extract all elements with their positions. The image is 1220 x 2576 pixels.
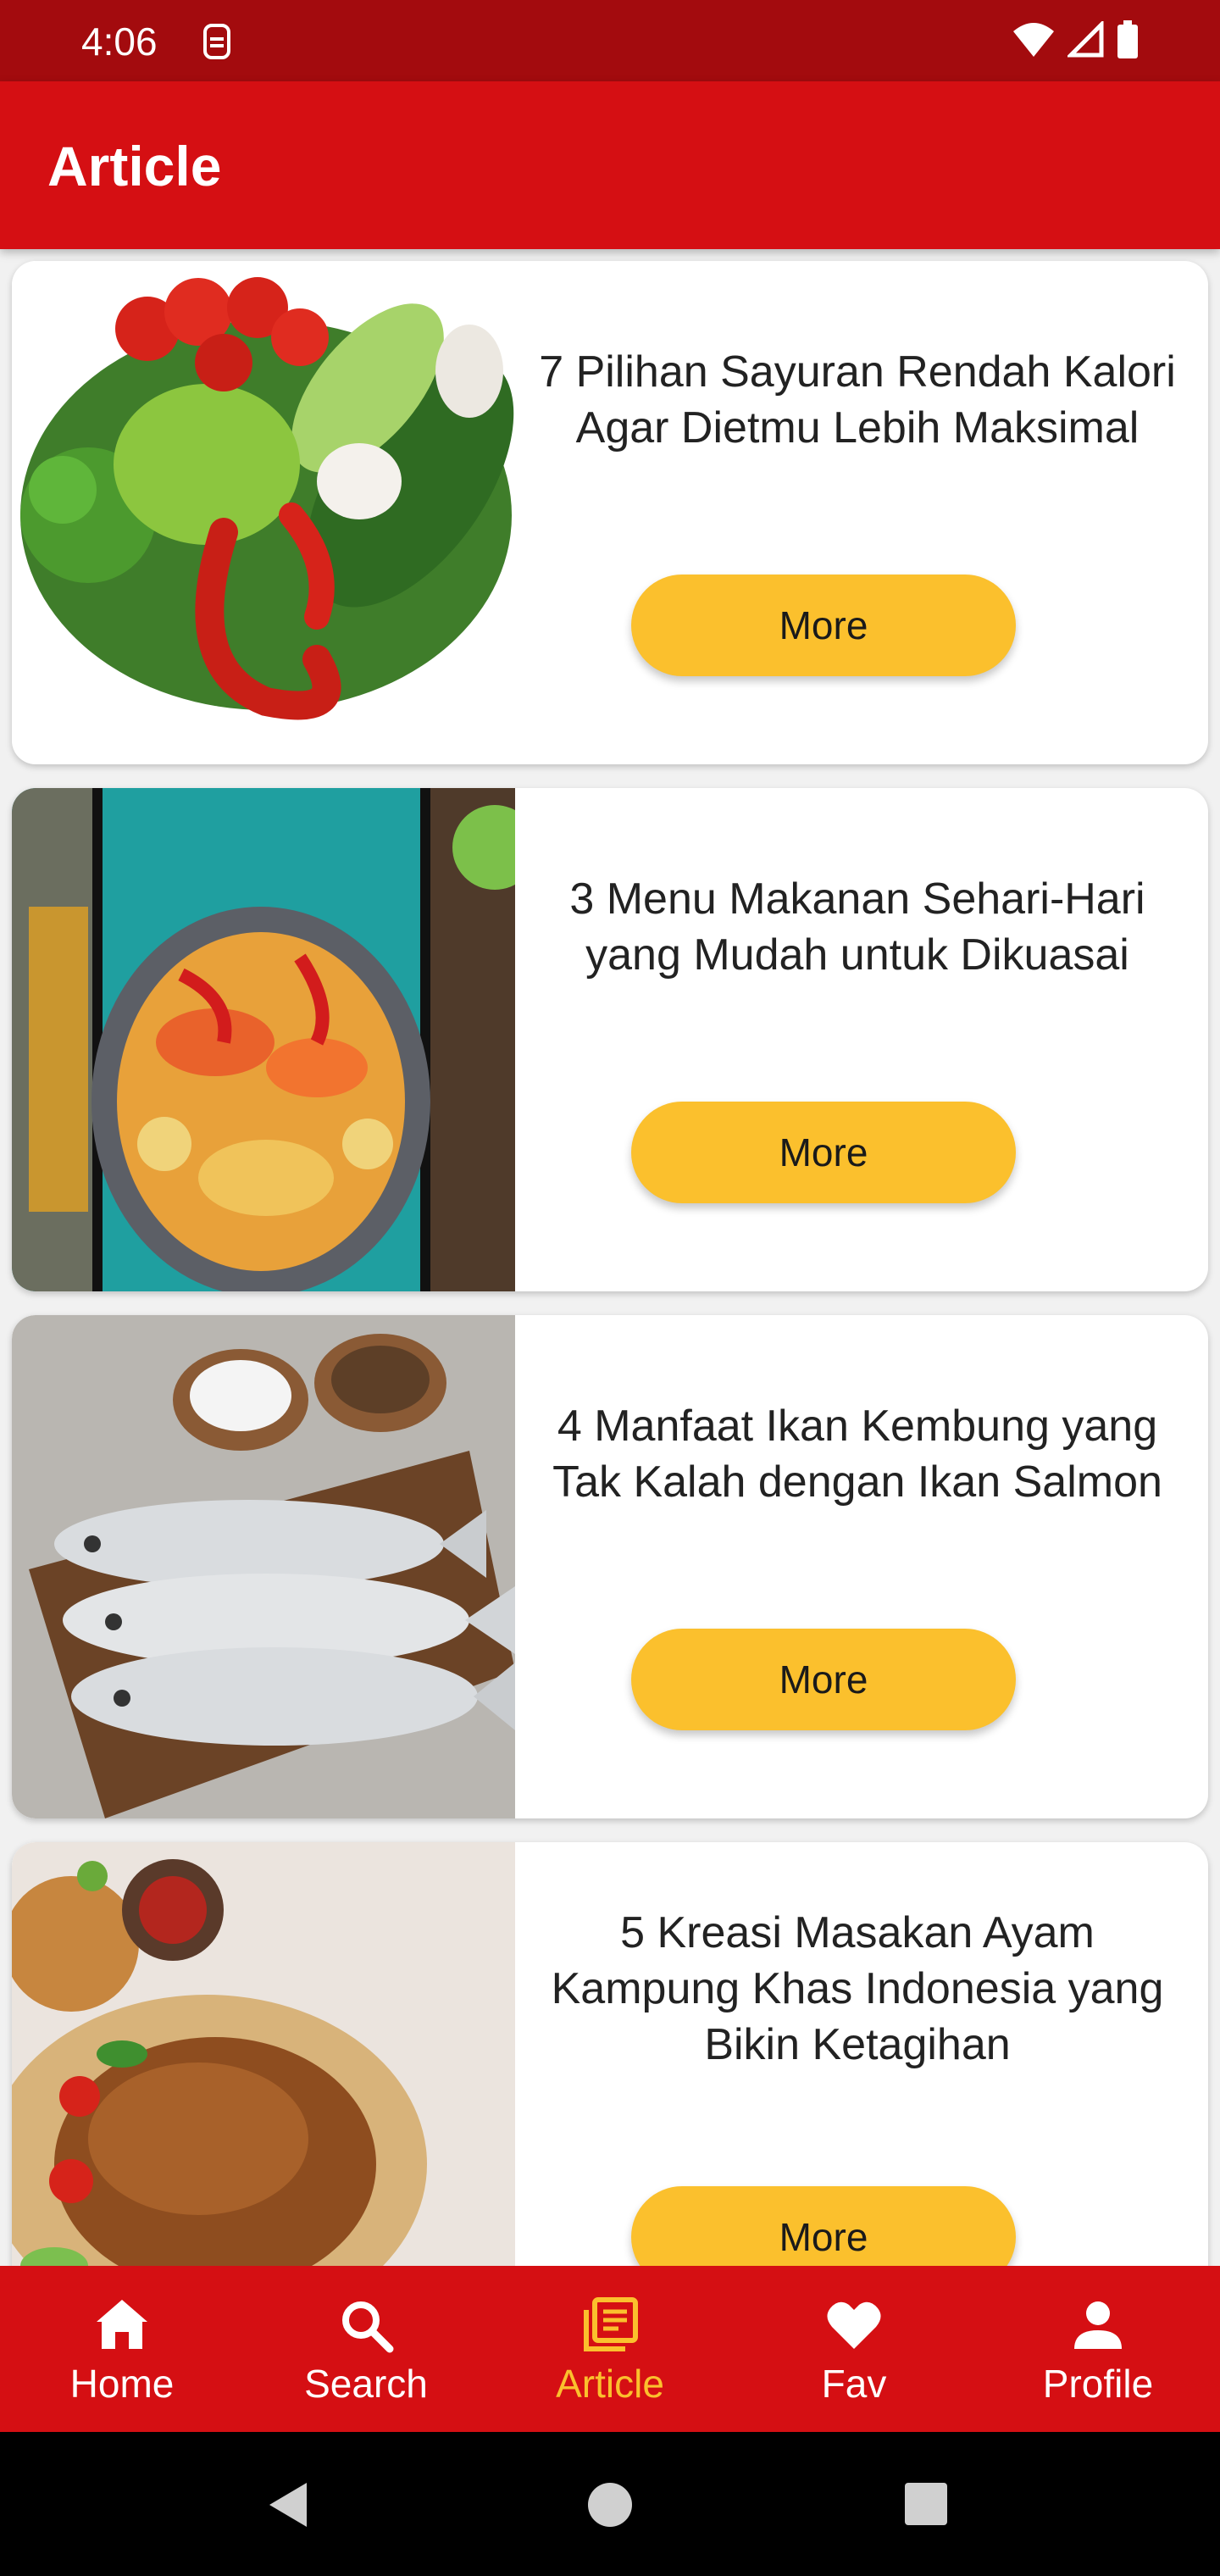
article-title: 3 Menu Makanan Sehari-Hari yang Mudah un… <box>569 874 1145 980</box>
sim-card-icon <box>203 24 230 59</box>
nav-item-home[interactable]: Home <box>0 2266 244 2432</box>
search-icon <box>342 2301 394 2353</box>
article-title: 7 Pilihan Sayuran Rendah Kalori Agar Die… <box>539 347 1176 452</box>
page-title: Article <box>47 135 222 197</box>
heart-icon <box>827 2301 881 2349</box>
mackerel-fish-image <box>12 1315 515 1818</box>
fried-chicken-image <box>12 1842 515 2266</box>
recents-icon[interactable] <box>903 2481 949 2527</box>
nav-label: Home <box>69 2362 175 2406</box>
more-button[interactable]: More <box>631 1629 1016 1730</box>
nav-item-profile[interactable]: Profile <box>976 2266 1220 2432</box>
nav-item-fav[interactable]: Fav <box>732 2266 976 2432</box>
nav-item-search[interactable]: Search <box>244 2266 488 2432</box>
wifi-icon <box>1013 23 1054 57</box>
app-bar: Article <box>0 81 1220 249</box>
nav-label: Search <box>304 2362 428 2406</box>
battery-icon <box>1117 20 1138 58</box>
nav-label: Article <box>556 2362 664 2406</box>
nav-item-article[interactable]: Article <box>488 2266 732 2432</box>
system-navigation-bar <box>0 2432 1220 2576</box>
article-card[interactable]: 3 Menu Makanan Sehari-Hari yang Mudah un… <box>12 788 1208 1291</box>
nav-label: Profile <box>1042 2362 1154 2406</box>
home-circle-icon[interactable] <box>586 2481 634 2529</box>
stir-fry-image <box>12 788 515 1291</box>
person-icon <box>1074 2301 1122 2349</box>
bottom-navigation: Home Search Article Fav Profile <box>0 2266 1220 2432</box>
home-icon <box>97 2300 147 2349</box>
cell-signal-icon <box>1068 21 1104 58</box>
article-card[interactable]: 7 Pilihan Sayuran Rendah Kalori Agar Die… <box>12 261 1208 764</box>
more-button[interactable]: More <box>631 2186 1016 2266</box>
status-bar: 4:06 <box>0 0 1220 81</box>
more-button[interactable]: More <box>631 575 1016 676</box>
article-card[interactable]: 5 Kreasi Masakan Ayam Kampung Khas Indon… <box>12 1842 1208 2266</box>
article-title: 4 Manfaat Ikan Kembung yang Tak Kalah de… <box>552 1402 1162 1507</box>
article-title: 5 Kreasi Masakan Ayam Kampung Khas Indon… <box>551 1908 1164 2069</box>
article-card[interactable]: 4 Manfaat Ikan Kembung yang Tak Kalah de… <box>12 1315 1208 1818</box>
vegetables-image <box>12 261 515 764</box>
nav-label: Fav <box>821 2362 887 2406</box>
more-button[interactable]: More <box>631 1102 1016 1203</box>
status-time: 4:06 <box>81 19 158 64</box>
back-icon[interactable] <box>264 2479 312 2530</box>
article-icon <box>584 2297 638 2351</box>
article-list[interactable]: 7 Pilihan Sayuran Rendah Kalori Agar Die… <box>0 249 1220 2266</box>
